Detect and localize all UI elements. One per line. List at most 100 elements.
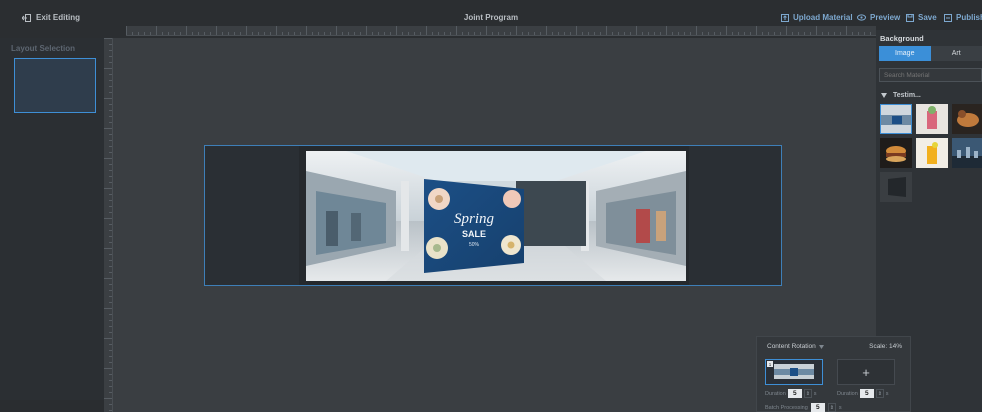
ruler-tick: [109, 392, 112, 393]
ruler-tick: [690, 32, 691, 35]
ruler-tick: [264, 32, 265, 35]
save-button[interactable]: Save: [906, 13, 937, 22]
material-thumb-juice[interactable]: [916, 138, 948, 168]
ruler-tick: [109, 284, 112, 285]
duration-2-stepper[interactable]: ⇕: [875, 389, 884, 398]
ruler-tick: [858, 32, 859, 35]
ruler-tick: [306, 26, 307, 35]
ruler-tick: [109, 74, 112, 75]
ruler-tick: [486, 26, 487, 35]
ruler-tick: [109, 92, 112, 93]
ruler-tick: [132, 32, 133, 35]
ruler-tick: [384, 32, 385, 35]
ruler-tick: [756, 26, 757, 35]
ruler-tick: [180, 32, 181, 35]
ruler-tick: [426, 26, 427, 35]
material-thumb-burger[interactable]: [880, 138, 912, 168]
batch-stepper[interactable]: ⇕: [827, 403, 836, 412]
ruler-tick: [564, 32, 565, 35]
batch-input[interactable]: 5: [810, 403, 825, 412]
duration-2-input[interactable]: 5: [859, 389, 874, 398]
material-thumb-city[interactable]: [952, 138, 982, 168]
material-thumb-drink[interactable]: [916, 104, 948, 134]
material-thumb-mall[interactable]: [880, 104, 912, 134]
ruler-tick: [109, 62, 112, 63]
promo-title: Spring: [454, 211, 495, 227]
ruler-tick: [594, 32, 595, 35]
ruler-tick: [498, 32, 499, 35]
ruler-tick: [402, 32, 403, 35]
ruler-tick: [109, 194, 112, 195]
left-footer-strip: [0, 400, 104, 412]
publish-button[interactable]: Publish: [944, 13, 982, 22]
search-material-input[interactable]: [879, 68, 982, 82]
ruler-tick: [109, 86, 112, 87]
content-rotation-dropdown[interactable]: Content Rotation: [767, 343, 824, 350]
tab-art[interactable]: Art: [930, 46, 982, 61]
ruler-tick: [104, 188, 112, 189]
ruler-tick: [104, 98, 112, 99]
upload-material-button[interactable]: Upload Material: [781, 13, 853, 22]
rotation-slot-1[interactable]: 1: [765, 359, 823, 385]
ruler-tick: [192, 32, 193, 35]
ruler-tick: [576, 26, 577, 35]
ruler-tick: [104, 278, 112, 279]
ruler-tick: [109, 164, 112, 165]
ruler-tick: [630, 32, 631, 35]
batch-processing: Batch Processing 5 ⇕ s: [765, 403, 842, 412]
ruler-tick: [300, 32, 301, 35]
ruler-tick: [348, 32, 349, 35]
layout-thumbnail[interactable]: [14, 58, 96, 113]
ruler-tick: [342, 32, 343, 35]
ruler-tick: [109, 356, 112, 357]
ruler-tick: [462, 32, 463, 35]
ruler-tick: [104, 308, 112, 309]
ruler-tick: [786, 26, 787, 35]
ruler-tick: [109, 302, 112, 303]
ruler-tick: [624, 32, 625, 35]
folder-label: Testim...: [893, 92, 921, 99]
content-rotation-panel: Content Rotation Scale: 14% 1 + Duration…: [756, 336, 911, 412]
ruler-tick: [762, 32, 763, 35]
mall-background-image[interactable]: Spring SALE 50%: [306, 151, 686, 281]
background-title: Background: [880, 34, 924, 43]
ruler-tick: [870, 32, 871, 35]
save-icon: [906, 13, 914, 22]
ruler-tick: [522, 32, 523, 35]
ruler-tick: [480, 32, 481, 35]
ruler-tick: [366, 26, 367, 35]
material-thumb-dark-screen[interactable]: [880, 172, 912, 202]
ruler-tick: [104, 68, 112, 69]
duration-1-input[interactable]: 5: [787, 389, 802, 398]
ruler-tick: [474, 32, 475, 35]
ruler-tick: [109, 380, 112, 381]
folder-testim[interactable]: Testim...: [881, 92, 921, 99]
preview-button[interactable]: Preview: [857, 13, 900, 22]
ruler-tick: [109, 362, 112, 363]
ruler-tick: [109, 110, 112, 111]
material-thumb-food[interactable]: [952, 104, 982, 134]
ruler-tick: [408, 32, 409, 35]
ruler-tick: [162, 32, 163, 35]
ruler-tick: [312, 32, 313, 35]
triangle-down-icon: [881, 93, 887, 98]
add-slot-button[interactable]: +: [837, 359, 895, 385]
slot-number-badge: 1: [767, 361, 773, 367]
ruler-tick: [109, 344, 112, 345]
ruler-tick: [198, 32, 199, 35]
screen-preview[interactable]: Spring SALE 50%: [204, 145, 782, 286]
ruler-tick: [582, 32, 583, 35]
ruler-tick: [109, 350, 112, 351]
ruler-tick: [798, 32, 799, 35]
ruler-tick: [168, 32, 169, 35]
upload-material-label: Upload Material: [793, 13, 853, 22]
ruler-tick: [510, 32, 511, 35]
duration-1-stepper[interactable]: ⇕: [803, 389, 812, 398]
ruler-tick: [696, 26, 697, 35]
ruler-tick: [109, 56, 112, 57]
tab-image[interactable]: Image: [879, 46, 931, 61]
ruler-tick: [240, 32, 241, 35]
ruler-tick: [588, 32, 589, 35]
ruler-tick: [744, 32, 745, 35]
ruler-tick: [109, 224, 112, 225]
